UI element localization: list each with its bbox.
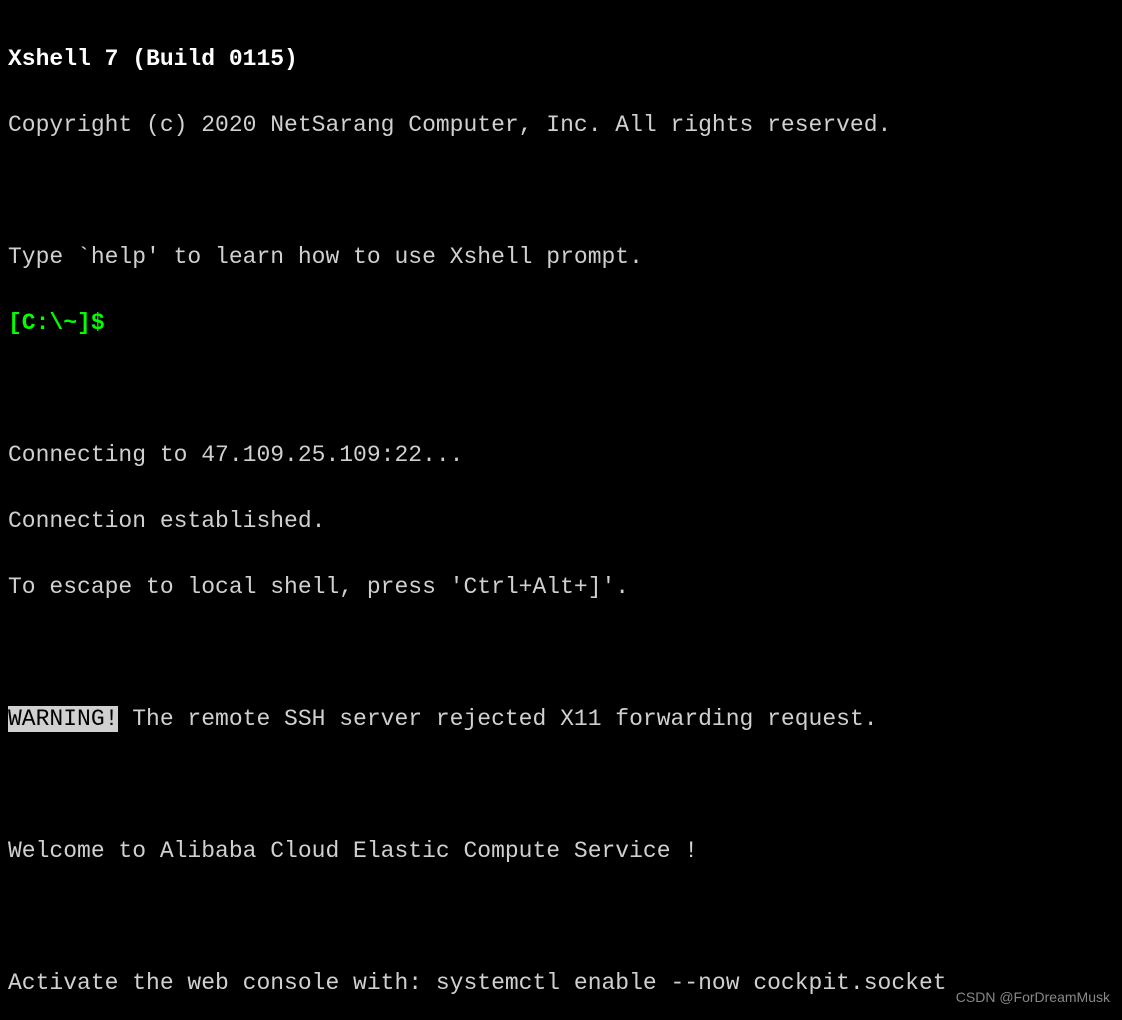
app-title: Xshell 7 (Build 0115) <box>8 43 1114 76</box>
activate-text: Activate the web console with: systemctl… <box>8 967 1114 1000</box>
help-hint: Type `help' to learn how to use Xshell p… <box>8 241 1114 274</box>
copyright-text: Copyright (c) 2020 NetSarang Computer, I… <box>8 109 1114 142</box>
welcome-text: Welcome to Alibaba Cloud Elastic Compute… <box>8 835 1114 868</box>
terminal-window[interactable]: Xshell 7 (Build 0115) Copyright (c) 2020… <box>0 0 1122 1020</box>
connection-established: Connection established. <box>8 505 1114 538</box>
local-prompt: [C:\~]$ <box>8 310 105 336</box>
warning-text: The remote SSH server rejected X11 forwa… <box>118 706 877 732</box>
watermark: CSDN @ForDreamMusk <box>956 981 1110 1014</box>
warning-label: WARNING! <box>8 706 118 732</box>
connecting-text: Connecting to 47.109.25.109:22... <box>8 439 1114 472</box>
escape-hint: To escape to local shell, press 'Ctrl+Al… <box>8 571 1114 604</box>
